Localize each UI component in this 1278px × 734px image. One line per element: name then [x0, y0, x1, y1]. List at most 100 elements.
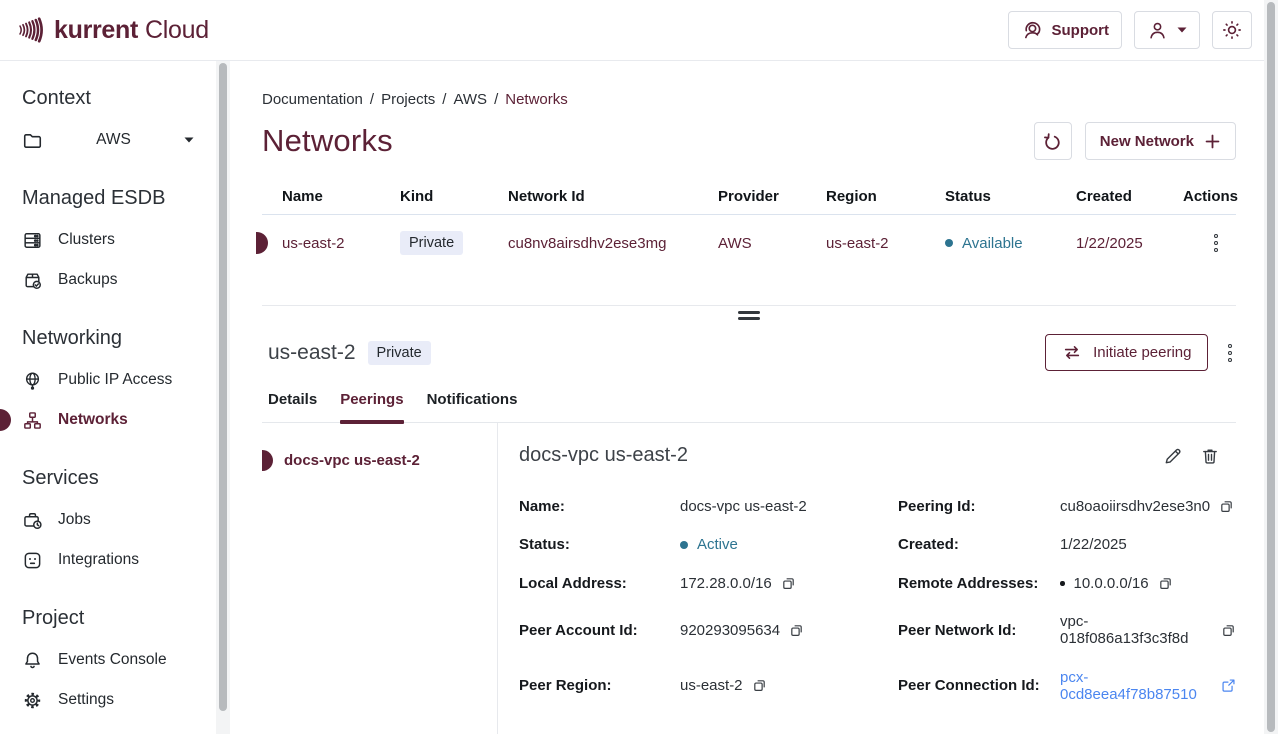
- field-value-created: 1/22/2025: [1060, 536, 1127, 553]
- copy-icon[interactable]: [1219, 499, 1234, 514]
- column-header-name: Name: [282, 188, 400, 205]
- new-network-button[interactable]: New Network: [1085, 122, 1236, 160]
- field-label-name: Name:: [519, 498, 680, 515]
- refresh-icon: [1042, 131, 1063, 152]
- initiate-peering-button[interactable]: Initiate peering: [1045, 334, 1207, 371]
- peering-detail-pane: docs-vpc us-east-2: [498, 423, 1236, 734]
- refresh-button[interactable]: [1034, 122, 1072, 160]
- main-scrollbar[interactable]: [1264, 0, 1278, 734]
- context-value: AWS: [43, 131, 184, 149]
- tab-details[interactable]: Details: [268, 391, 317, 422]
- edit-peering-button[interactable]: [1161, 444, 1185, 468]
- sidebar: Context AWS Managed ESDB: [0, 61, 216, 734]
- sidebar-item-label: Integrations: [58, 551, 139, 569]
- copy-icon[interactable]: [1221, 623, 1236, 638]
- delete-peering-button[interactable]: [1198, 444, 1222, 468]
- sidebar-item-settings[interactable]: Settings: [22, 680, 206, 720]
- trash-icon: [1200, 446, 1220, 466]
- field-label-peer-region: Peer Region:: [519, 677, 680, 694]
- sidebar-item-jobs[interactable]: Jobs: [22, 500, 206, 540]
- status-dot: [945, 239, 953, 247]
- sidebar-item-clusters[interactable]: Clusters: [22, 220, 206, 260]
- outlet-icon: [22, 550, 43, 571]
- field-value-peer-region: us-east-2: [680, 677, 743, 694]
- sidebar-item-label: Backups: [58, 271, 117, 289]
- tab-notifications[interactable]: Notifications: [427, 391, 518, 422]
- active-item-marker: [0, 409, 11, 431]
- logo-product: Cloud: [145, 16, 209, 45]
- row-actions-kebab-button[interactable]: [1210, 230, 1223, 257]
- kurrent-waves-icon: [18, 15, 46, 45]
- new-network-label: New Network: [1100, 133, 1194, 150]
- breadcrumb-projects[interactable]: Projects: [381, 91, 435, 108]
- sidebar-item-events-console[interactable]: Events Console: [22, 640, 206, 680]
- table-row[interactable]: us-east-2 Private cu8nv8airsdhv2ese3mg A…: [262, 215, 1236, 271]
- field-value-remote-addresses: 10.0.0.0/16: [1074, 575, 1149, 592]
- peering-fields: Name: docs-vpc us-east-2 Peering Id: cu8…: [519, 498, 1236, 703]
- peering-detail-title: docs-vpc us-east-2: [519, 444, 688, 467]
- sidebar-item-public-ip-access[interactable]: Public IP Access: [22, 360, 206, 400]
- user-menu-button[interactable]: [1134, 11, 1200, 49]
- swap-arrows-icon: [1061, 343, 1083, 362]
- field-value-name: docs-vpc us-east-2: [680, 498, 807, 515]
- sidebar-item-label: Public IP Access: [58, 371, 172, 389]
- sidebar-item-label: Jobs: [58, 511, 91, 529]
- column-header-region: Region: [826, 188, 945, 205]
- breadcrumb-documentation[interactable]: Documentation: [262, 91, 363, 108]
- panel-kebab-button[interactable]: [1224, 340, 1237, 367]
- external-link-icon[interactable]: [1221, 678, 1236, 693]
- sidebar-item-label: Networks: [58, 411, 128, 429]
- sidebar-scrollbar-thumb[interactable]: [219, 63, 227, 711]
- theme-toggle-button[interactable]: [1212, 11, 1252, 49]
- sidebar-item-integrations[interactable]: Integrations: [22, 540, 206, 580]
- panel-private-badge: Private: [368, 341, 431, 365]
- field-label-peering-id: Peering Id:: [898, 498, 1060, 515]
- copy-icon[interactable]: [1158, 576, 1173, 591]
- row-region: us-east-2: [826, 235, 945, 252]
- row-created: 1/22/2025: [1076, 235, 1183, 252]
- split-divider: [262, 305, 1236, 306]
- sidebar-scrollbar[interactable]: [216, 61, 230, 734]
- sidebar-heading-managed-esdb: Managed ESDB: [22, 187, 206, 210]
- sidebar-item-label: Settings: [58, 691, 114, 709]
- chevron-down-icon: [1177, 27, 1187, 33]
- copy-icon[interactable]: [789, 623, 804, 638]
- field-value-status: Active: [697, 536, 738, 553]
- column-header-kind: Kind: [400, 188, 508, 205]
- breadcrumb-aws[interactable]: AWS: [453, 91, 487, 108]
- status-label: Available: [962, 235, 1023, 252]
- sidebar-item-label: Clusters: [58, 231, 115, 249]
- logo-brand: kurrent: [54, 16, 138, 45]
- column-header-created: Created: [1076, 188, 1183, 205]
- globe-icon: [22, 370, 43, 391]
- field-label-status: Status:: [519, 536, 680, 553]
- chevron-down-icon: [184, 137, 194, 143]
- context-selector[interactable]: AWS: [22, 120, 194, 160]
- breadcrumb-current: Networks: [505, 91, 568, 108]
- breadcrumb-separator: /: [494, 91, 498, 108]
- status-dot: [680, 541, 688, 549]
- support-button[interactable]: Support: [1008, 11, 1123, 49]
- sidebar-item-networks[interactable]: Networks: [22, 400, 206, 440]
- column-header-actions: Actions: [1183, 188, 1238, 205]
- kind-badge: Private: [400, 231, 463, 255]
- copy-icon[interactable]: [781, 576, 796, 591]
- split-drag-handle[interactable]: [738, 311, 760, 323]
- kurrent-cloud-logo: kurrent Cloud: [18, 15, 209, 45]
- copy-icon[interactable]: [752, 678, 767, 693]
- peering-item-label: docs-vpc us-east-2: [284, 452, 420, 469]
- main-content: Documentation / Projects / AWS / Network…: [230, 61, 1264, 734]
- page-title: Networks: [262, 123, 393, 159]
- peer-connection-link[interactable]: pcx-0cd8eea4f78b87510: [1060, 669, 1212, 703]
- main-scrollbar-thumb[interactable]: [1267, 2, 1275, 732]
- row-name: us-east-2: [282, 235, 400, 252]
- sidebar-heading-context: Context: [22, 87, 206, 110]
- selected-row-marker: [256, 232, 268, 254]
- table-header-row: Name Kind Network Id Provider Region Sta…: [262, 179, 1236, 215]
- peering-list-item[interactable]: docs-vpc us-east-2: [268, 450, 497, 471]
- field-value-peer-network-id: vpc-018f086a13f3c3f8d: [1060, 613, 1212, 647]
- sidebar-item-backups[interactable]: Backups: [22, 260, 206, 300]
- peering-list-pane: docs-vpc us-east-2: [262, 423, 498, 734]
- row-network-id: cu8nv8airsdhv2ese3mg: [508, 235, 718, 252]
- tab-peerings[interactable]: Peerings: [340, 391, 403, 422]
